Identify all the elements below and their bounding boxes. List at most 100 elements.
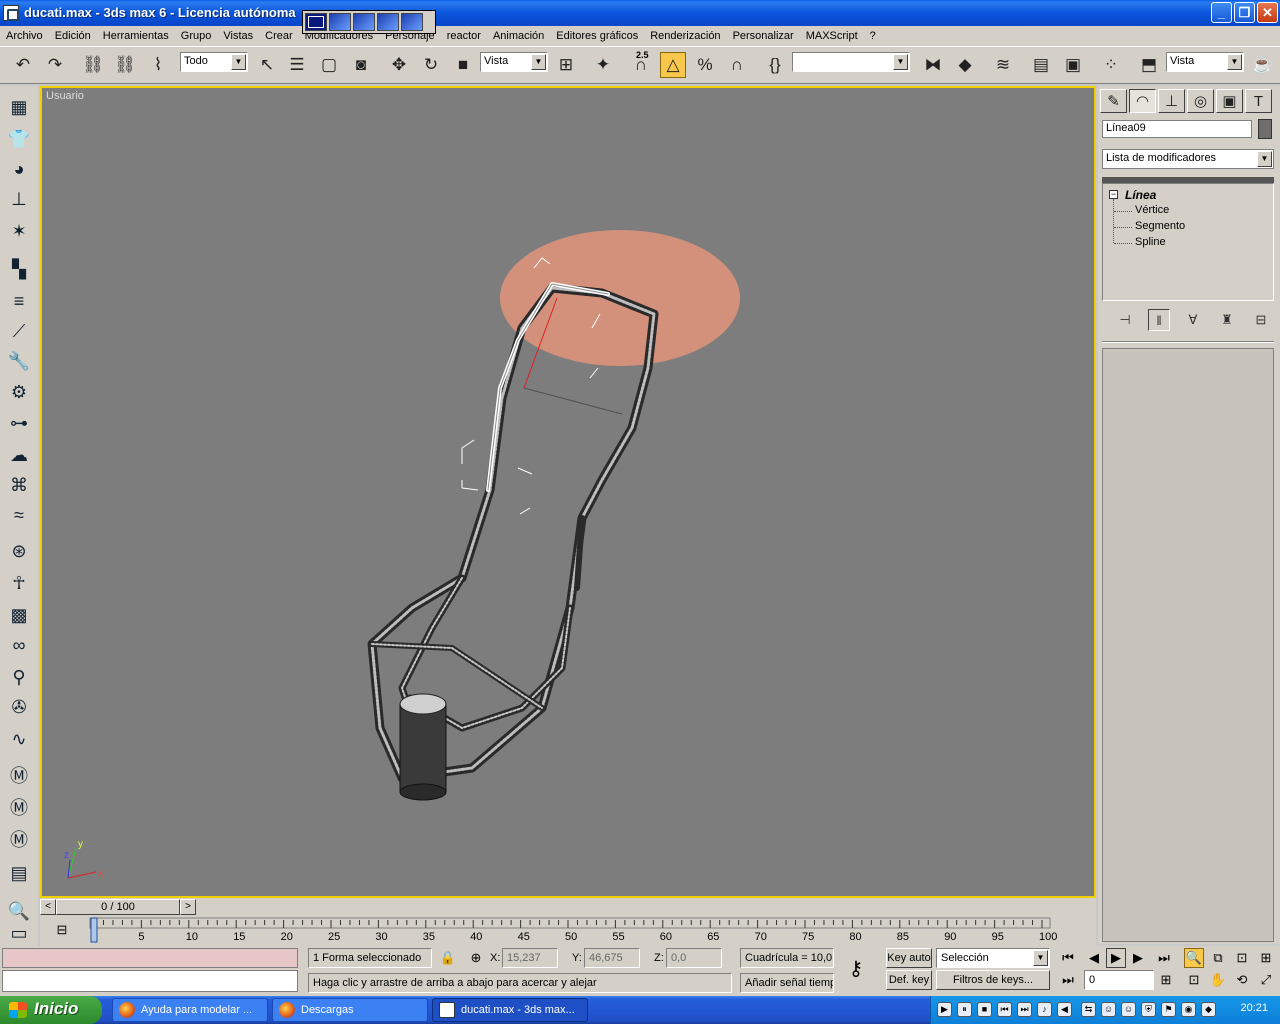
time-next-button[interactable]: >	[180, 899, 196, 915]
y-coord-field[interactable]: 46,675	[584, 948, 640, 968]
zoom-icon[interactable]: 🔍	[1184, 948, 1204, 968]
current-frame-field[interactable]: 0	[1084, 970, 1154, 990]
render-view-dropdown[interactable]: Vista ▼	[1166, 52, 1244, 72]
set-key-button[interactable]: Def. key	[886, 970, 932, 990]
maxscript-listener-pink[interactable]	[2, 948, 298, 968]
stack-item-segmento[interactable]: Segmento	[1135, 220, 1185, 232]
task-descargas[interactable]: Descargas	[272, 998, 428, 1022]
tab-display-icon[interactable]: ▣	[1216, 89, 1243, 113]
boxes-icon[interactable]: ▦	[6, 94, 32, 120]
rectangular-selection-icon[interactable]: ▢	[316, 52, 342, 78]
antivirus-icon[interactable]: ⛨	[1141, 1002, 1156, 1017]
knot-icon[interactable]: ⊛	[6, 538, 32, 564]
messenger-icon[interactable]: ☺	[1101, 1002, 1116, 1017]
task-ayuda[interactable]: Ayuda para modelar ...	[112, 998, 268, 1022]
sphere-icon[interactable]: ◕	[6, 156, 32, 182]
make-unique-icon[interactable]: ∀	[1182, 309, 1204, 331]
configure-modifier-sets-icon[interactable]: ⊟	[1250, 309, 1272, 331]
network-icon[interactable]: ⇆	[1081, 1002, 1096, 1017]
zoom-extents-icon[interactable]: ⊡	[1232, 948, 1252, 968]
messenger-icon[interactable]: ☺	[1121, 1002, 1136, 1017]
pin-stack-icon[interactable]: ⊣	[1114, 309, 1136, 331]
show-end-result-icon[interactable]: ‖	[1148, 309, 1170, 331]
angle-snap-icon[interactable]: △	[660, 52, 686, 78]
object-color-swatch[interactable]	[1258, 119, 1272, 139]
align-icon[interactable]: ◆	[952, 52, 978, 78]
disks-icon[interactable]: ≡	[6, 288, 32, 314]
key-filter-icon[interactable]: ▭	[6, 920, 32, 946]
edit-named-selections-icon[interactable]: {}	[762, 52, 788, 78]
swirl-m-icon[interactable]: Ⓜ	[6, 826, 32, 852]
task-3dsmax[interactable]: ducati.max - 3ds max...	[432, 998, 588, 1022]
x-coord-field[interactable]: 15,237	[502, 948, 558, 968]
wave-shape-icon[interactable]: ⌘	[6, 472, 32, 498]
media-next-icon[interactable]: ⏭	[1017, 1002, 1032, 1017]
maxscript-listener-white[interactable]	[2, 970, 298, 992]
link-icon[interactable]: ⛓	[80, 52, 106, 78]
track-bar[interactable]: 0510152025303540455055606570758085909510…	[40, 916, 1096, 946]
move-icon[interactable]: ✥	[386, 52, 412, 78]
tray-app-icon[interactable]: ◉	[1181, 1002, 1196, 1017]
menu-personalizar[interactable]: Personalizar	[727, 26, 800, 46]
time-configuration-icon[interactable]: ⊞	[1156, 970, 1176, 990]
undo-icon[interactable]: ↶	[10, 52, 36, 78]
key-icon[interactable]: ⚷	[846, 958, 866, 980]
stack-item-linea[interactable]: Línea	[1125, 188, 1156, 202]
waves-icon[interactable]: ≈	[6, 502, 32, 528]
absolute-mode-icon[interactable]: ⊕	[466, 948, 486, 968]
tab-modify-icon[interactable]: ◠	[1129, 89, 1156, 113]
menu-editores-graficos[interactable]: Editores gráficos	[550, 26, 644, 46]
media-pause-icon[interactable]: ⏸	[957, 1002, 972, 1017]
spinner-snap-icon[interactable]: ∩	[724, 52, 750, 78]
sphere-m-icon[interactable]: Ⓜ	[6, 794, 32, 820]
unlink-icon[interactable]: ⛓	[112, 52, 138, 78]
reference-coord-dropdown[interactable]: Vista ▼	[480, 52, 548, 72]
key-filters-button[interactable]: Filtros de keys...	[936, 970, 1050, 990]
menu-crear[interactable]: Crear	[259, 26, 299, 46]
zoom-all-icon[interactable]: ⧉	[1208, 948, 1228, 968]
tab-create-icon[interactable]: ✎	[1100, 89, 1127, 113]
close-button[interactable]: ✕	[1257, 2, 1278, 23]
z-coord-field[interactable]: 0,0	[666, 948, 722, 968]
gear-icon[interactable]: ⚙	[6, 379, 32, 405]
object-name-field[interactable]: Línea09	[1102, 120, 1252, 138]
menu-animacion[interactable]: Animación	[487, 26, 550, 46]
layer-manager-icon[interactable]: ≋	[990, 52, 1016, 78]
floating-tool-icon[interactable]	[353, 13, 375, 31]
menu-vistas[interactable]: Vistas	[217, 26, 259, 46]
pin-icon[interactable]: ⊶	[6, 410, 32, 436]
region-zoom-icon[interactable]: ⊡	[1184, 970, 1204, 990]
shirt-m-icon[interactable]: Ⓜ	[6, 762, 32, 788]
material-editor-icon[interactable]: ⁘	[1098, 52, 1124, 78]
stack-item-vertice[interactable]: Vértice	[1135, 204, 1169, 216]
start-button[interactable]: Inicio	[0, 996, 102, 1024]
play-icon[interactable]: ▶	[1106, 948, 1126, 968]
menu-renderizacion[interactable]: Renderización	[644, 26, 726, 46]
volume-icon[interactable]: ♪	[1037, 1002, 1052, 1017]
arc-rotate-icon[interactable]: ⟲	[1232, 970, 1252, 990]
floating-tool-icon[interactable]	[305, 13, 327, 31]
tab-hierarchy-icon[interactable]: ⊥	[1158, 89, 1185, 113]
tube-icon[interactable]: ⟋	[6, 318, 32, 344]
expand-tray-icon[interactable]: ◀	[1057, 1002, 1072, 1017]
redo-icon[interactable]: ↷	[42, 52, 68, 78]
helper-icon[interactable]: ⚲	[6, 664, 32, 690]
selection-filter-dropdown[interactable]: Todo ▼	[180, 52, 248, 72]
scale-icon[interactable]: ■	[450, 52, 476, 78]
named-selection-dropdown[interactable]: ▼	[792, 52, 910, 72]
current-frame-marker[interactable]	[90, 917, 98, 943]
rotate-icon[interactable]: ↻	[418, 52, 444, 78]
cloth-icon[interactable]: ▩	[6, 602, 32, 628]
collapse-icon[interactable]: −	[1109, 190, 1118, 199]
minimize-button[interactable]: _	[1211, 2, 1232, 23]
tab-motion-icon[interactable]: ◎	[1187, 89, 1214, 113]
cloud-icon[interactable]: ☁	[6, 442, 32, 468]
spinner-icon[interactable]: ⊥	[6, 186, 32, 212]
tab-utilities-icon[interactable]: T	[1245, 89, 1272, 113]
go-to-start-icon[interactable]: ⏮	[1058, 948, 1078, 968]
render-scene-icon[interactable]: ⬒	[1136, 52, 1162, 78]
maximize-viewport-icon[interactable]: ⤢	[1256, 970, 1276, 990]
select-by-name-icon[interactable]: ☰	[284, 52, 310, 78]
manipulate-icon[interactable]: ✦	[590, 52, 616, 78]
list-panel-icon[interactable]: ▤	[6, 860, 32, 886]
